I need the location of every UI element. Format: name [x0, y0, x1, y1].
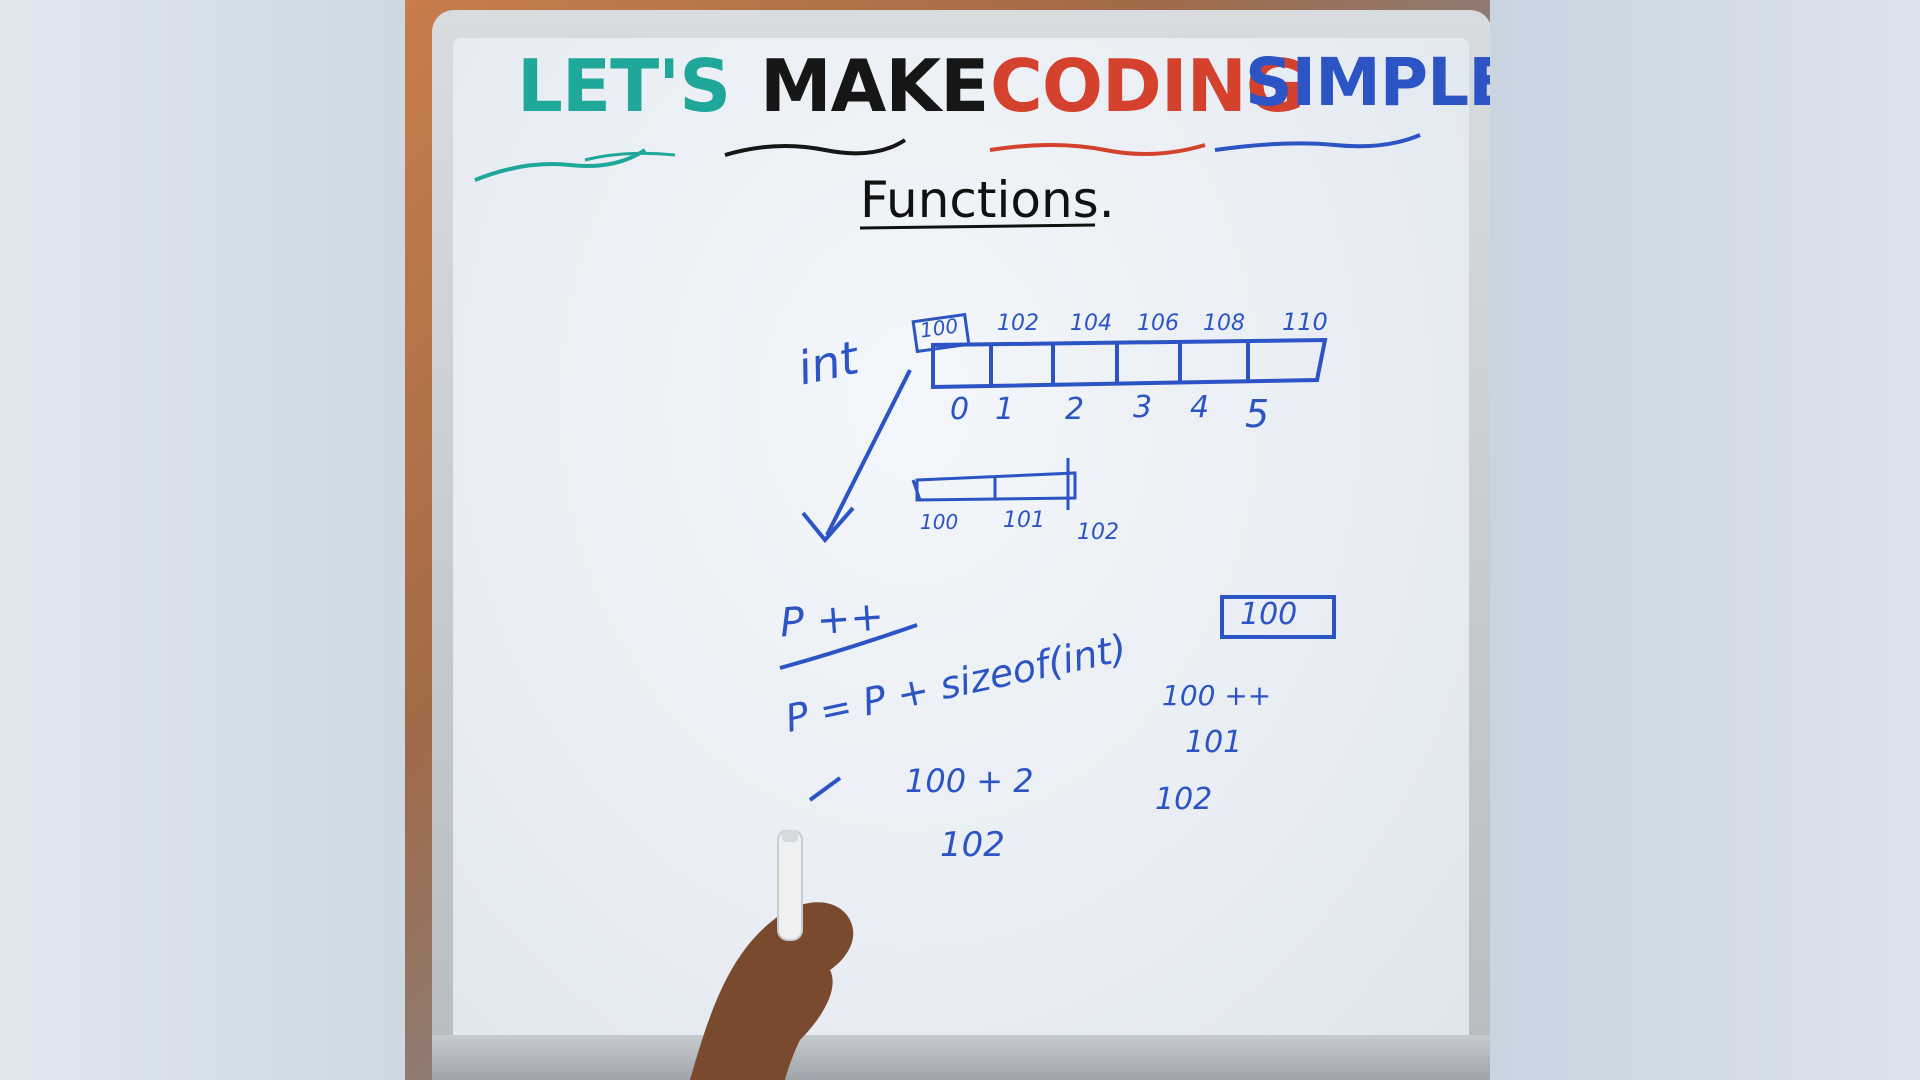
video-frame: LET'S MAKE CODING SIMPLE Functions. int … [405, 0, 1490, 1080]
hand-with-marker [690, 830, 854, 1080]
left-blurred-background [0, 0, 405, 1080]
right-blurred-background [1490, 0, 1920, 1080]
ink-strokes [474, 133, 1421, 802]
